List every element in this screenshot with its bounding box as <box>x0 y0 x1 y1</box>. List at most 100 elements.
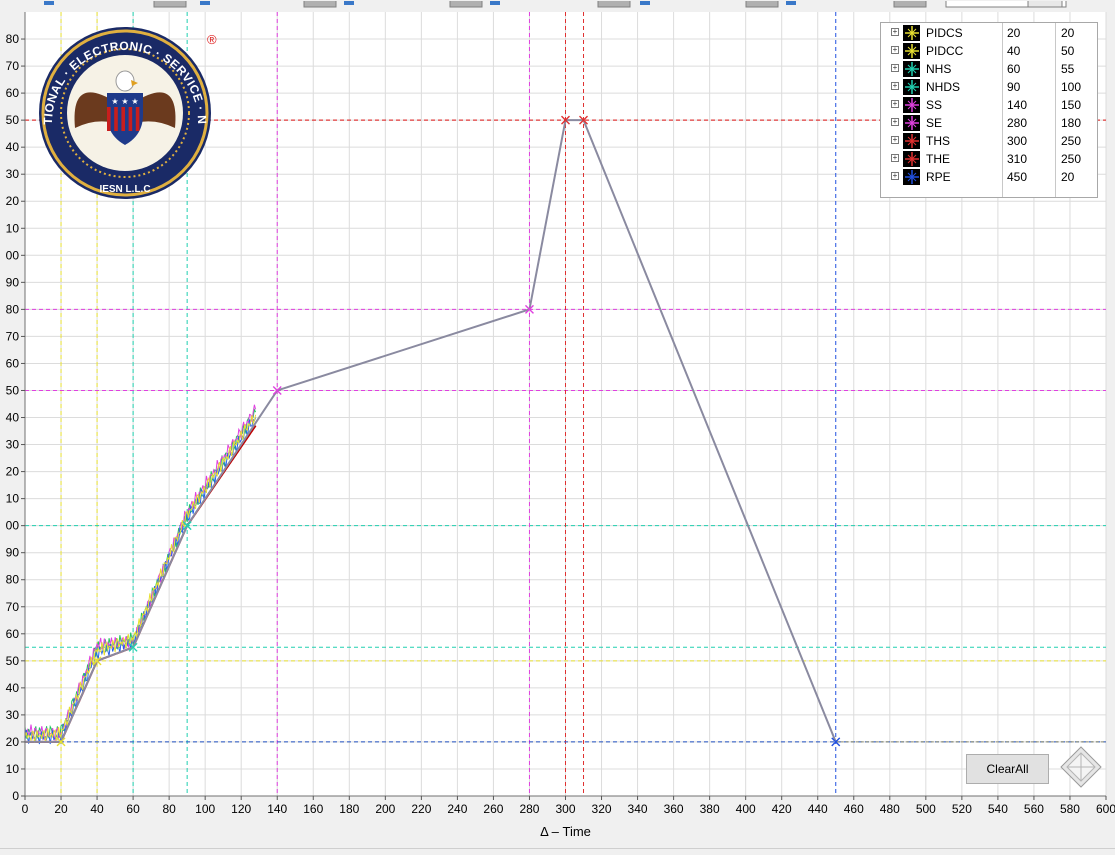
y-tick-label: 40 <box>6 411 20 425</box>
cursor-crosshair-icon <box>903 133 920 149</box>
x-tick-label: 540 <box>988 802 1008 816</box>
expand-plus-icon[interactable]: + <box>891 136 899 144</box>
expand-plus-icon[interactable]: + <box>891 100 899 108</box>
y-tick-label: 90 <box>6 546 20 560</box>
x-tick-label: 520 <box>952 802 972 816</box>
cursor-row-nhds[interactable]: + NHDS 90 100 <box>881 78 1097 96</box>
expand-plus-icon[interactable]: + <box>891 154 899 162</box>
cursor-crosshair-icon <box>903 115 920 131</box>
y-tick-label: 90 <box>6 275 20 289</box>
x-tick-label: 580 <box>1060 802 1080 816</box>
pan-zoom-navigator[interactable] <box>1059 745 1103 789</box>
cursor-crosshair-icon <box>903 169 920 185</box>
x-tick-label: 120 <box>231 802 251 816</box>
y-tick-label: 30 <box>6 438 20 452</box>
cursor-name: NHS <box>926 62 952 76</box>
cursor-legend-table[interactable]: + PIDCS 20 20 + PIDCC 40 50 + NHS 60 55 + NHDS 90 100 + S… <box>880 22 1098 198</box>
cursor-y-value: 100 <box>1061 80 1082 94</box>
expand-plus-icon[interactable]: + <box>891 118 899 126</box>
expand-plus-icon[interactable]: + <box>891 46 899 54</box>
cursor-name: NHDS <box>926 80 961 94</box>
y-tick-label: 0 <box>12 789 19 803</box>
y-tick-label: 40 <box>6 681 20 695</box>
cursor-name: THE <box>926 152 950 166</box>
cursor-y-value: 50 <box>1061 44 1075 58</box>
x-tick-label: 400 <box>736 802 756 816</box>
cursor-row-nhs[interactable]: + NHS 60 55 <box>881 60 1097 78</box>
plot-legend-strip <box>0 0 1115 12</box>
x-tick-label: 360 <box>664 802 684 816</box>
cursor-x-value: 90 <box>1007 80 1021 94</box>
shield-stripe <box>107 107 111 131</box>
graph-panel: 0 20 40 60 80 100 120 140 160 180 200 220 240 260 280 3… <box>0 0 1115 855</box>
diamond-nav-icon <box>1060 746 1102 788</box>
shield-stripe <box>121 107 125 131</box>
expand-plus-icon[interactable]: + <box>891 64 899 72</box>
cursor-y-value: 250 <box>1061 152 1082 166</box>
x-tick-label: 140 <box>267 802 287 816</box>
cursor-x-value: 140 <box>1007 98 1028 112</box>
shield-star: ★ <box>111 97 118 106</box>
cursor-x-value: 40 <box>1007 44 1021 58</box>
x-tick-label: 300 <box>555 802 575 816</box>
x-axis-label: Δ – Time <box>540 824 591 839</box>
expand-plus-icon[interactable]: + <box>891 172 899 180</box>
y-tick-label: 30 <box>6 708 20 722</box>
expand-plus-icon[interactable]: + <box>891 82 899 90</box>
y-tick-label: 70 <box>6 59 20 73</box>
x-tick-label: 260 <box>483 802 503 816</box>
x-tick-label: 440 <box>808 802 828 816</box>
expand-plus-icon[interactable]: + <box>891 28 899 36</box>
cursor-name: RPE <box>926 170 951 184</box>
cursor-row-ss[interactable]: + SS 140 150 <box>881 96 1097 114</box>
x-tick-label: 0 <box>22 802 29 816</box>
cursor-x-value: 280 <box>1007 116 1028 130</box>
cursor-x-value: 20 <box>1007 26 1021 40</box>
cursor-row-the[interactable]: + THE 310 250 <box>881 150 1097 168</box>
y-tick-label: 50 <box>6 654 20 668</box>
cursor-x-value: 450 <box>1007 170 1028 184</box>
logo-sub-text: IESN L.L.C <box>99 184 150 195</box>
cursor-row-pidcs[interactable]: + PIDCS 20 20 <box>881 24 1097 42</box>
cursor-crosshair-icon <box>903 61 920 77</box>
y-tick-label: 40 <box>6 140 20 154</box>
cursor-row-se[interactable]: + SE 280 180 <box>881 114 1097 132</box>
x-tick-label: 560 <box>1024 802 1044 816</box>
x-tick-label: 100 <box>195 802 215 816</box>
y-tick-label: 50 <box>6 383 20 397</box>
x-tick-label: 480 <box>880 802 900 816</box>
cursor-name: SE <box>926 116 943 130</box>
shield-stripe <box>135 107 140 131</box>
cursor-y-value: 180 <box>1061 116 1082 130</box>
clear-all-button[interactable]: ClearAll <box>966 754 1049 784</box>
x-tick-label: 460 <box>844 802 864 816</box>
y-tick-label: 00 <box>6 519 20 533</box>
x-tick-label: 500 <box>916 802 936 816</box>
cursor-crosshair-icon <box>903 97 920 113</box>
cursor-row-ths[interactable]: + THS 300 250 <box>881 132 1097 150</box>
cursor-x-value: 310 <box>1007 152 1028 166</box>
y-tick-label: 70 <box>6 329 20 343</box>
x-tick-label: 80 <box>162 802 176 816</box>
x-tick-label: 40 <box>90 802 104 816</box>
y-tick-label: 20 <box>6 465 20 479</box>
x-tick-label: 240 <box>447 802 467 816</box>
cursor-crosshair-icon <box>903 151 920 167</box>
y-tick-label: 20 <box>6 194 20 208</box>
x-tick-label: 220 <box>411 802 431 816</box>
y-tick-label: 80 <box>6 573 20 587</box>
y-tick-label: 60 <box>6 627 20 641</box>
y-tick-label: 20 <box>6 735 20 749</box>
y-tick-label: 30 <box>6 167 20 181</box>
y-tick-label: 50 <box>6 113 20 127</box>
cursor-name: PIDCS <box>926 26 963 40</box>
cursor-y-value: 20 <box>1061 26 1075 40</box>
cursor-row-rpe[interactable]: + RPE 450 20 <box>881 168 1097 186</box>
y-tick-label: 80 <box>6 302 20 316</box>
y-tick-label: 60 <box>6 86 20 100</box>
x-tick-label: 200 <box>375 802 395 816</box>
y-tick-label: 10 <box>6 221 20 235</box>
x-tick-label: 320 <box>592 802 612 816</box>
cursor-row-pidcc[interactable]: + PIDCC 40 50 <box>881 42 1097 60</box>
x-tick-label: 380 <box>700 802 720 816</box>
